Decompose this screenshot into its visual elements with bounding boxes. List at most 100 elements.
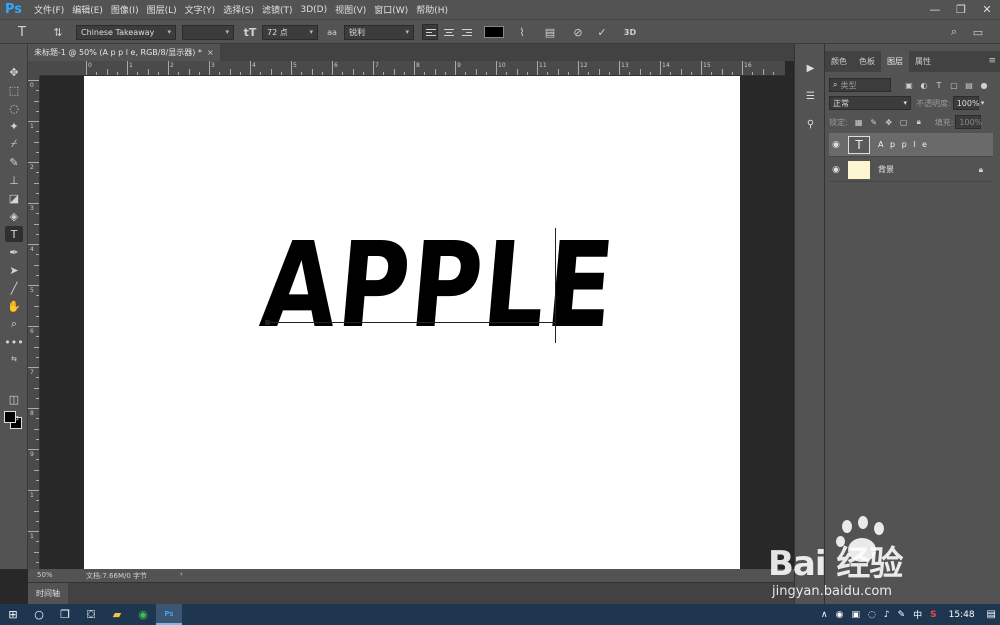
menu-edit[interactable]: 编辑(E)	[68, 3, 107, 16]
brush-tool-icon[interactable]: ✎	[5, 154, 23, 170]
warp-text-icon[interactable]: ⌇	[514, 24, 530, 40]
hand-tool-icon[interactable]: ✋	[5, 298, 23, 314]
antialias-select[interactable]: 锐利 ▾	[344, 24, 414, 40]
browser-icon[interactable]: ◉	[130, 604, 156, 625]
toggle-orientation-button[interactable]: ⇅	[50, 24, 66, 40]
3d-button[interactable]: 3D	[620, 24, 640, 40]
path-selection-tool-icon[interactable]: ➤	[5, 262, 23, 278]
lock-transparent-icon[interactable]: ▦	[853, 116, 865, 128]
font-style-select[interactable]: ▾	[182, 24, 234, 40]
align-right-button[interactable]	[459, 24, 475, 40]
lock-position-icon[interactable]: ✥	[883, 116, 895, 128]
lasso-tool-icon[interactable]: ◌	[5, 100, 23, 116]
menu-filter[interactable]: 滤镜(T)	[258, 3, 297, 16]
tray-app-icon[interactable]: ▣	[847, 610, 864, 620]
type-tool-preset[interactable]: T	[14, 24, 30, 40]
chevron-down-icon[interactable]: ▾	[981, 99, 985, 107]
volume-icon[interactable]: ♪	[880, 610, 894, 620]
menu-layer[interactable]: 图层(L)	[143, 3, 181, 16]
eyedropper-tool-icon[interactable]: ⌿	[5, 136, 23, 152]
tab-layers[interactable]: 图层	[881, 51, 909, 72]
restore-button[interactable]: ❐	[948, 0, 974, 19]
menu-view[interactable]: 视图(V)	[331, 3, 370, 16]
text-layer-content[interactable]: APPLE	[256, 216, 621, 354]
filter-text-icon[interactable]: T	[933, 79, 945, 91]
network-icon[interactable]: ◌	[864, 610, 880, 620]
fill-input[interactable]: 100%	[955, 115, 982, 129]
font-family-select[interactable]: Chinese Takeaway ▾	[76, 24, 176, 40]
layer-filter-select[interactable]: ⌕ 类型	[829, 78, 891, 92]
filter-toggle-icon[interactable]: ●	[978, 79, 990, 91]
status-menu-arrow[interactable]: ›	[180, 570, 183, 578]
document-canvas[interactable]: APPLE	[84, 76, 740, 569]
store-icon[interactable]: ⛋	[78, 604, 104, 625]
filter-smart-icon[interactable]: ▤	[963, 79, 975, 91]
move-tool-icon[interactable]: ✥	[5, 64, 23, 80]
menu-3d[interactable]: 3D(D)	[296, 5, 331, 15]
menu-help[interactable]: 帮助(H)	[412, 3, 452, 16]
document-tab[interactable]: 未标题-1 @ 50% (A p p l e, RGB/8/显示器) * ×	[28, 44, 220, 61]
ime-indicator[interactable]: 中	[909, 608, 926, 621]
foreground-color-swatch[interactable]	[4, 411, 16, 423]
tab-properties[interactable]: 属性	[909, 51, 937, 72]
pen-tool-icon[interactable]: ✒	[5, 244, 23, 260]
cortana-icon[interactable]: ○	[26, 604, 52, 625]
layer-row-background[interactable]: ◉ 背景 🔒︎	[829, 158, 993, 182]
eraser-tool-icon[interactable]: ◪	[5, 190, 23, 206]
zoom-tool-icon[interactable]: ⌕	[5, 316, 23, 332]
filter-pixel-icon[interactable]: ▣	[903, 79, 915, 91]
eye-icon[interactable]: ◉	[829, 140, 843, 150]
line-tool-icon[interactable]: ╱	[5, 280, 23, 296]
blend-mode-select[interactable]: 正常 ▾	[829, 96, 911, 110]
stamp-tool-icon[interactable]: ⊥	[5, 172, 23, 188]
security-icon[interactable]: ◉	[832, 610, 848, 620]
eye-icon[interactable]: ◉	[829, 165, 843, 175]
paint-bucket-tool-icon[interactable]: ◈	[5, 208, 23, 224]
adjust-icon[interactable]: ☰	[802, 88, 819, 105]
opacity-input[interactable]: 100%	[952, 96, 980, 110]
sogou-icon[interactable]: S	[926, 610, 940, 620]
font-size-select[interactable]: 72 点 ▾	[262, 24, 318, 40]
lock-pixels-icon[interactable]: ✎	[868, 116, 880, 128]
tool-presets-icon[interactable]: ⚲	[802, 116, 819, 133]
file-explorer-icon[interactable]: ▰	[104, 604, 130, 625]
clock[interactable]: 15:48	[941, 610, 983, 620]
more-tools-icon[interactable]: •••	[4, 334, 23, 350]
panel-menu-icon[interactable]: ≡	[988, 56, 996, 66]
lock-all-icon[interactable]: 🔒︎	[913, 116, 925, 128]
task-view-icon[interactable]: ❐	[52, 604, 78, 625]
align-center-button[interactable]	[441, 24, 457, 40]
zoom-level[interactable]: 50%	[37, 571, 53, 579]
timeline-tab[interactable]: 时间轴	[28, 583, 68, 604]
tab-swatches[interactable]: 色板	[853, 51, 881, 72]
menu-window[interactable]: 窗口(W)	[370, 3, 412, 16]
filter-adjust-icon[interactable]: ◐	[918, 79, 930, 91]
canvas-workarea[interactable]: APPLE	[40, 76, 785, 569]
photoshop-taskbar-icon[interactable]: Ps	[156, 604, 182, 625]
menu-select[interactable]: 选择(S)	[219, 3, 258, 16]
swap-colors-icon[interactable]: ⇆	[5, 351, 23, 367]
layer-row-text[interactable]: ◉ T A p p l e	[829, 133, 993, 157]
tab-color[interactable]: 颜色	[825, 51, 853, 72]
align-left-button[interactable]	[422, 24, 438, 40]
commit-check-icon[interactable]: ✓	[594, 24, 610, 40]
search-icon[interactable]: ⌕	[946, 24, 962, 40]
play-icon[interactable]: ▶	[802, 60, 819, 77]
tray-expand-icon[interactable]: ∧	[817, 610, 832, 620]
cancel-icon[interactable]: ⊘	[570, 24, 586, 40]
text-color-swatch[interactable]	[484, 26, 504, 38]
menu-image[interactable]: 图像(I)	[107, 3, 143, 16]
windows-start-icon[interactable]: ⊞	[0, 604, 26, 625]
pen-icon[interactable]: ✎	[894, 610, 910, 620]
filter-shape-icon[interactable]: ▢	[948, 79, 960, 91]
character-panel-icon[interactable]: ▤	[542, 24, 558, 40]
menu-file[interactable]: 文件(F)	[30, 3, 68, 16]
quick-mask-icon[interactable]: ◫	[5, 391, 23, 407]
lock-artboard-icon[interactable]: ▢	[898, 116, 910, 128]
marquee-tool-icon[interactable]: ⬚	[5, 82, 23, 98]
magic-wand-tool-icon[interactable]: ✦	[5, 118, 23, 134]
workspace-icon[interactable]: ▭	[970, 24, 986, 40]
notification-icon[interactable]: ▤	[983, 609, 1000, 620]
close-window-button[interactable]: ✕	[974, 0, 1000, 19]
close-icon[interactable]: ×	[207, 48, 214, 57]
